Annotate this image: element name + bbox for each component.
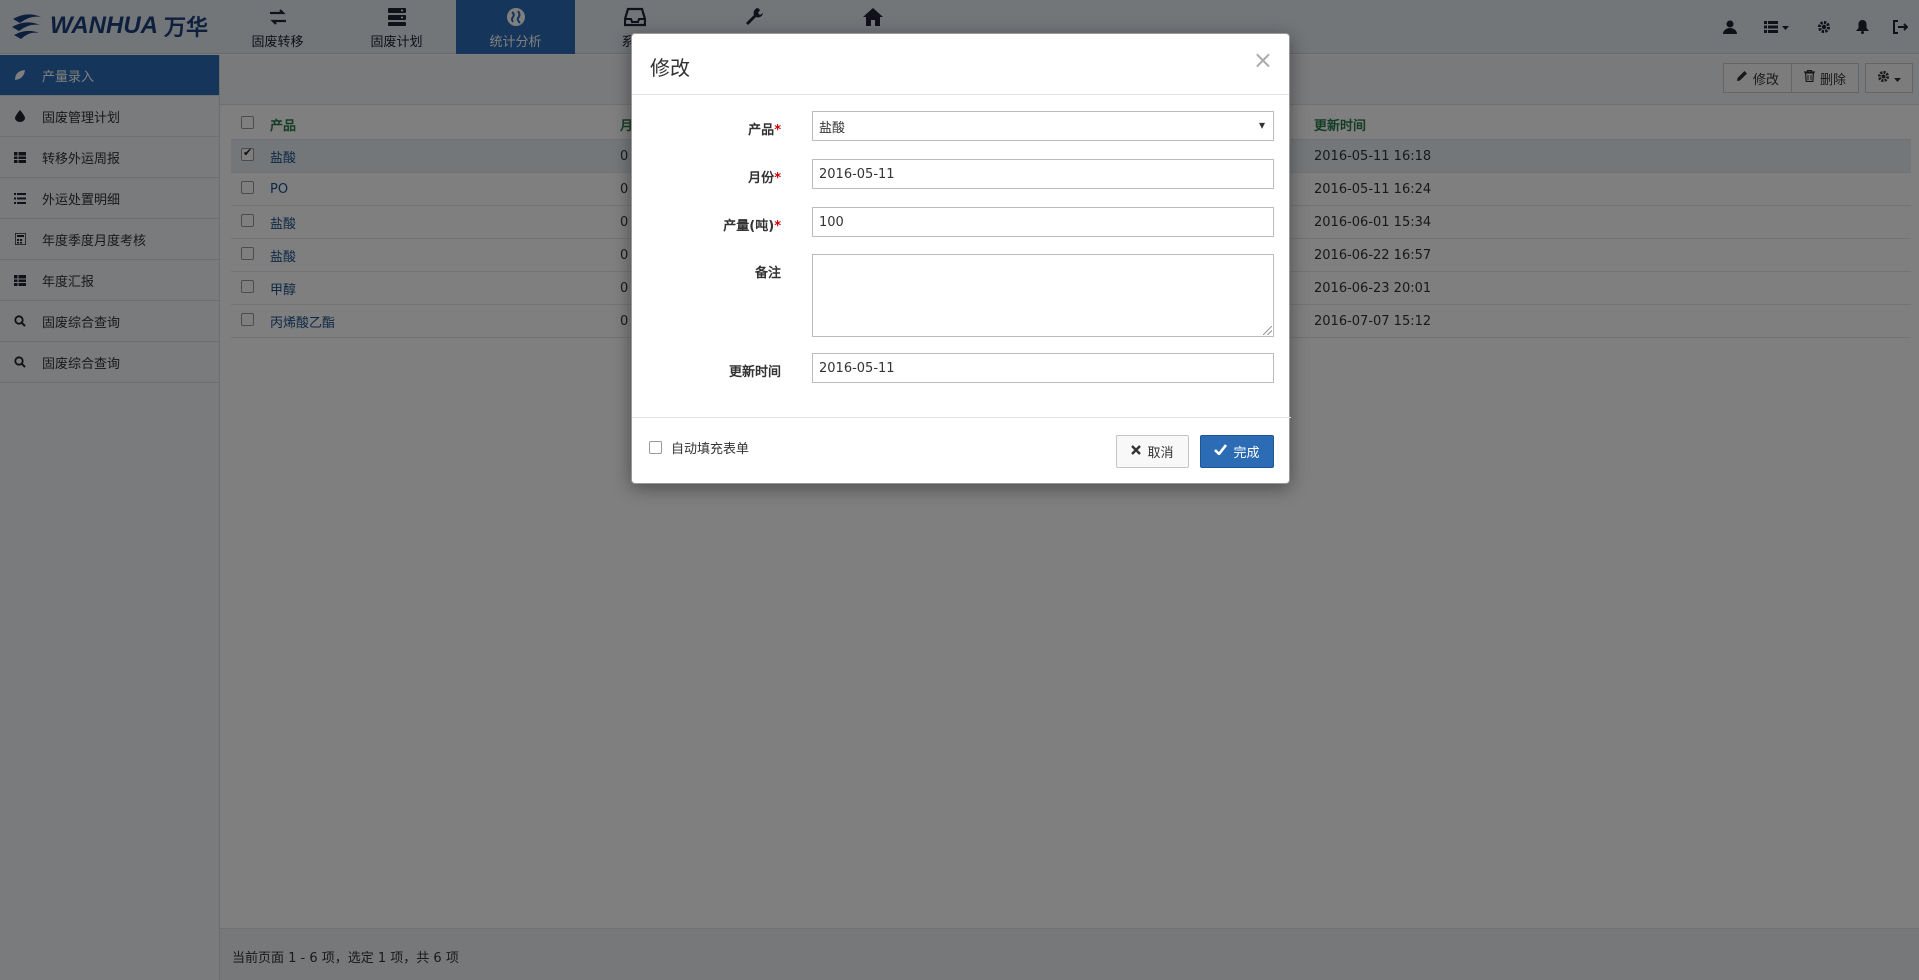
confirm-button-label: 完成	[1233, 446, 1260, 461]
cancel-button-label: 取消	[1147, 446, 1174, 461]
close-icon[interactable]: ×	[1253, 48, 1273, 72]
product-label: 产品*	[748, 123, 781, 138]
auto-fill-toggle[interactable]: 自动填充表单	[649, 438, 749, 457]
output-input[interactable]: 100	[812, 207, 1274, 237]
confirm-button[interactable]: 完成	[1200, 435, 1274, 468]
remark-textarea[interactable]	[812, 254, 1274, 337]
update-time-label: 更新时间	[728, 365, 781, 380]
cancel-button[interactable]: 取消	[1116, 435, 1189, 468]
month-input[interactable]: 2016-05-11	[812, 159, 1274, 189]
resize-handle-icon[interactable]	[1263, 326, 1272, 335]
output-label: 产量(吨)*	[723, 219, 781, 234]
remark-label: 备注	[754, 266, 781, 281]
dialog-header: 修改 ×	[632, 34, 1289, 95]
update-time-value: 2016-05-11	[819, 360, 895, 376]
product-select-value: 盐酸	[819, 120, 846, 136]
update-time-input[interactable]: 2016-05-11	[812, 353, 1274, 383]
edit-dialog: 修改 × 产品* 盐酸 月份* 2016-05-11 产量(吨)* 100 备注…	[631, 33, 1291, 485]
auto-fill-checkbox[interactable]	[649, 441, 662, 454]
check-icon	[1214, 444, 1228, 459]
dialog-title: 修改	[650, 56, 690, 80]
output-input-value: 100	[819, 214, 844, 230]
product-select[interactable]: 盐酸	[812, 111, 1274, 141]
close-x-icon	[1131, 444, 1142, 459]
month-label: 月份*	[748, 171, 781, 186]
dialog-footer: 自动填充表单 取消 完成	[632, 417, 1291, 485]
month-input-value: 2016-05-11	[819, 166, 895, 182]
auto-fill-label: 自动填充表单	[671, 442, 750, 457]
